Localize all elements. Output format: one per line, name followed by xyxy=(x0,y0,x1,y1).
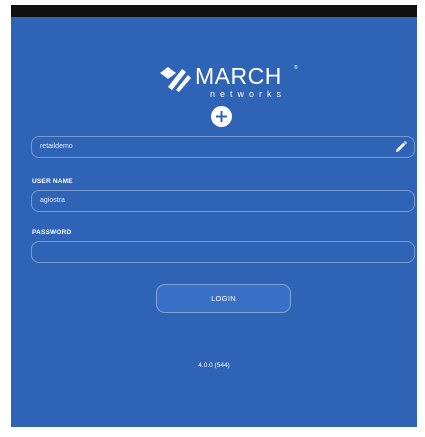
plus-icon xyxy=(216,111,227,122)
logo-mark-icon xyxy=(160,67,191,92)
password-input[interactable] xyxy=(31,241,415,263)
march-networks-logo: MARCH ® networks xyxy=(158,63,308,113)
login-button-label: LOGIN xyxy=(211,294,236,303)
username-value: agiostra xyxy=(40,197,65,204)
pencil-icon[interactable] xyxy=(395,141,407,153)
version-label: 4.0.0 (544) xyxy=(198,362,230,369)
server-field[interactable]: retaildemo xyxy=(31,136,415,158)
server-value: retaildemo xyxy=(40,143,73,150)
add-server-button[interactable] xyxy=(211,106,232,127)
status-bar xyxy=(11,5,417,17)
brand-subtitle: networks xyxy=(210,89,287,99)
brand-name: MARCH xyxy=(195,63,282,89)
brand-trademark: ® xyxy=(294,65,298,71)
login-screen: MARCH ® networks retaildemo USER NAME ag… xyxy=(11,17,417,427)
password-label: PASSWORD xyxy=(32,229,72,236)
username-label: USER NAME xyxy=(32,178,73,185)
login-button[interactable]: LOGIN xyxy=(156,284,291,313)
username-input[interactable]: agiostra xyxy=(31,190,415,212)
